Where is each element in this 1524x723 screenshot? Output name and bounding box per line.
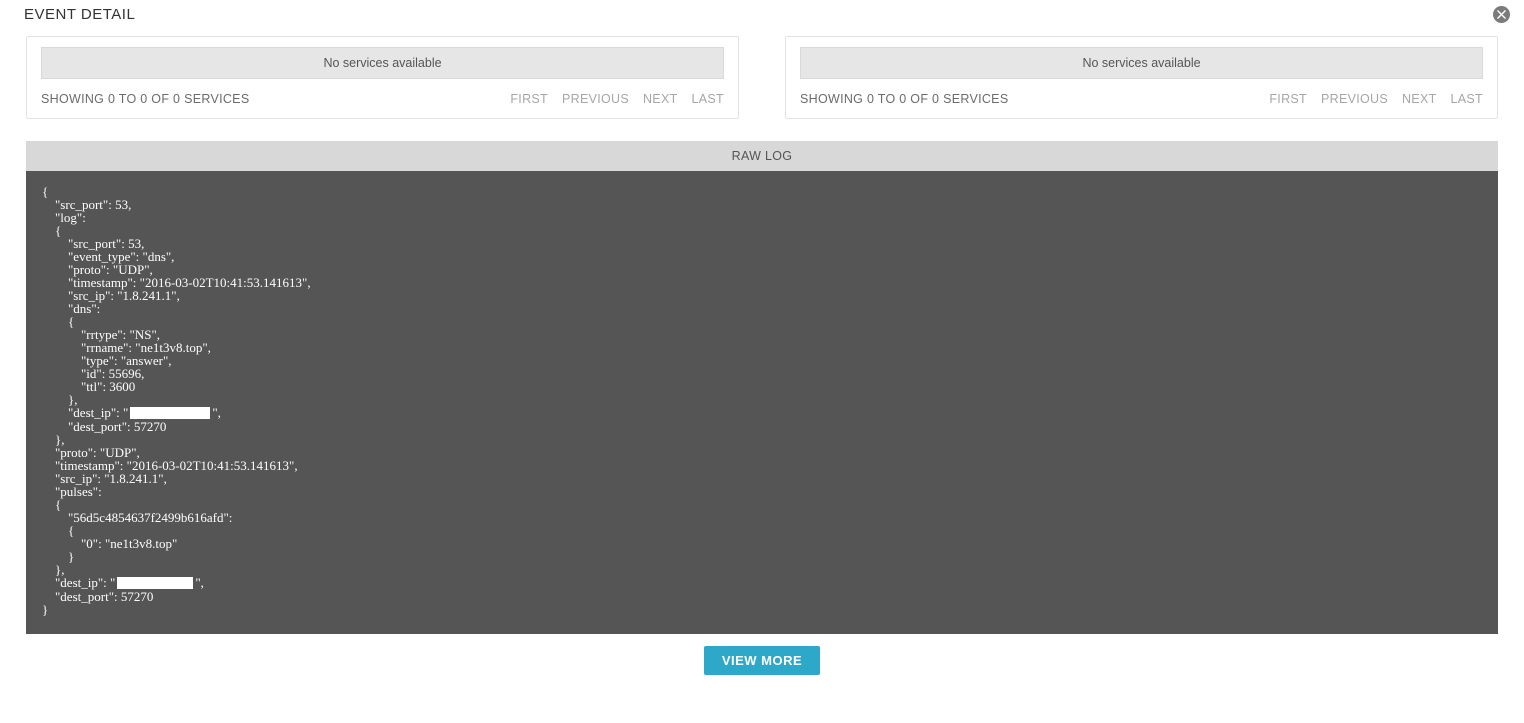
close-icon[interactable] — [1493, 6, 1510, 23]
redacted-value — [130, 407, 210, 419]
services-row: No services available SHOWING 0 TO 0 OF … — [0, 36, 1524, 119]
services-panel-right: No services available SHOWING 0 TO 0 OF … — [785, 36, 1498, 119]
raw-log-section: RAW LOG { "src_port": 53, "log": { "src_… — [26, 141, 1498, 634]
pager: FIRST PREVIOUS NEXT LAST — [1269, 92, 1483, 106]
pager-last[interactable]: LAST — [692, 92, 724, 106]
raw-log-body[interactable]: { "src_port": 53, "log": { "src_port": 5… — [26, 171, 1498, 634]
redacted-value — [117, 577, 193, 589]
view-more-row: VIEW MORE — [0, 646, 1524, 675]
result-summary: SHOWING 0 TO 0 OF 0 SERVICES — [41, 92, 249, 106]
modal-title: EVENT DETAIL — [24, 6, 135, 23]
pager: FIRST PREVIOUS NEXT LAST — [510, 92, 724, 106]
result-summary: SHOWING 0 TO 0 OF 0 SERVICES — [800, 92, 1008, 106]
panel-footer: SHOWING 0 TO 0 OF 0 SERVICES FIRST PREVI… — [41, 92, 724, 106]
pager-previous[interactable]: PREVIOUS — [562, 92, 629, 106]
pager-previous[interactable]: PREVIOUS — [1321, 92, 1388, 106]
pager-next[interactable]: NEXT — [643, 92, 678, 106]
pager-next[interactable]: NEXT — [1402, 92, 1437, 106]
modal-header: EVENT DETAIL — [0, 0, 1524, 27]
pager-first[interactable]: FIRST — [1269, 92, 1307, 106]
log-segment: ", "dest_port": 57270 }, "proto": "UDP",… — [42, 405, 298, 590]
pager-last[interactable]: LAST — [1451, 92, 1483, 106]
log-segment: { "src_port": 53, "log": { "src_port": 5… — [42, 184, 311, 420]
content-scroll[interactable]: No services available SHOWING 0 TO 0 OF … — [0, 30, 1524, 723]
empty-message: No services available — [41, 47, 724, 79]
empty-message: No services available — [800, 47, 1483, 79]
view-more-button[interactable]: VIEW MORE — [704, 646, 820, 675]
panel-footer: SHOWING 0 TO 0 OF 0 SERVICES FIRST PREVI… — [800, 92, 1483, 106]
pager-first[interactable]: FIRST — [510, 92, 548, 106]
services-panel-left: No services available SHOWING 0 TO 0 OF … — [26, 36, 739, 119]
raw-log-heading: RAW LOG — [26, 141, 1498, 171]
